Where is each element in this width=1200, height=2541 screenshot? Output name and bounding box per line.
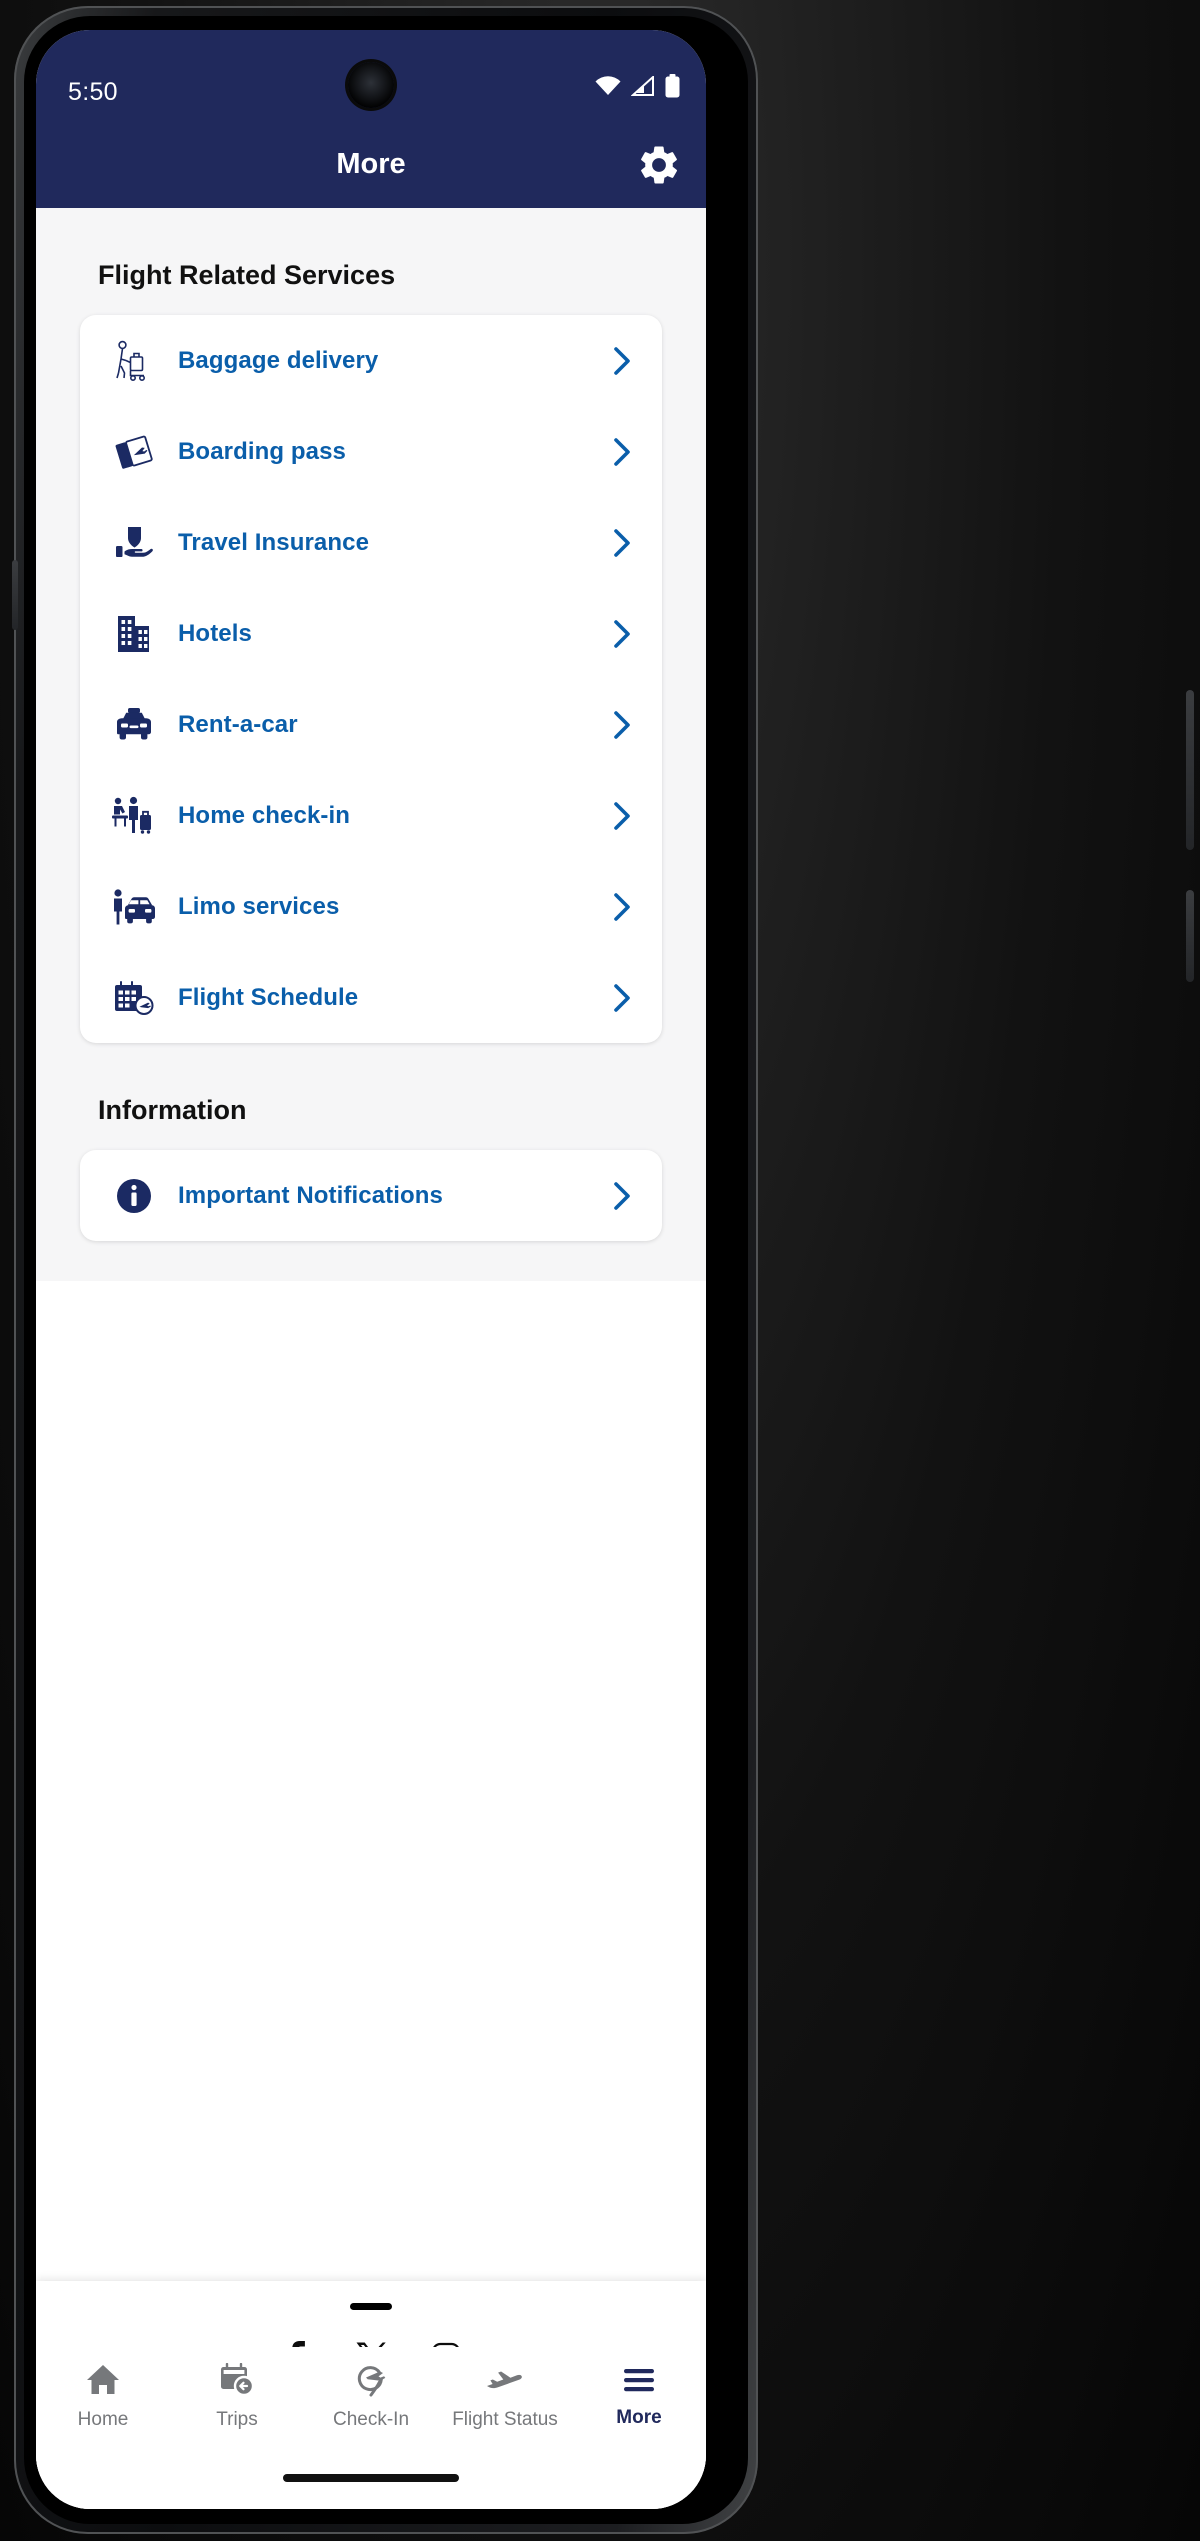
chevron-right-icon[interactable] — [610, 528, 636, 558]
nav-item-label: Home — [77, 2409, 129, 2430]
list-item-travel-insurance[interactable]: Travel Insurance — [80, 497, 662, 588]
chevron-right-icon[interactable] — [610, 892, 636, 922]
nav-item-label: More — [616, 2407, 662, 2428]
list-item-boarding-pass[interactable]: Boarding pass — [80, 406, 662, 497]
porter-trolley-icon — [108, 338, 160, 384]
list-item-label: Limo services — [178, 892, 340, 920]
drag-handle[interactable] — [350, 2303, 392, 2310]
list-item-label: Rent-a-car — [178, 710, 298, 738]
nav-item-label: Flight Status — [452, 2409, 558, 2430]
left-side-button[interactable] — [12, 560, 18, 630]
nav-item-home[interactable]: Home — [36, 2347, 170, 2447]
list-item-rent-a-car[interactable]: Rent-a-car — [80, 679, 662, 770]
section-title-information: Information — [98, 1095, 247, 1125]
flight-services-card: Baggage delivery Boarding pass Travel In… — [80, 315, 662, 1043]
list-item-important-notifications[interactable]: Important Notifications — [80, 1150, 662, 1241]
status-icons — [595, 74, 680, 103]
gear-icon[interactable] — [636, 142, 682, 188]
camera-punch-hole — [348, 62, 394, 108]
battery-icon — [665, 74, 680, 103]
list-item-limo-services[interactable]: Limo services — [80, 861, 662, 952]
checkin-pin-icon — [353, 2363, 389, 2402]
list-item-label: Home check-in — [178, 801, 351, 829]
home-checkin-icon — [108, 793, 160, 839]
page-title: More — [336, 148, 406, 180]
list-item-baggage-delivery[interactable]: Baggage delivery — [80, 315, 662, 406]
status-bar: 5:50 More — [36, 30, 706, 208]
wifi-icon — [595, 76, 621, 101]
nav-item-flight-status[interactable]: Flight Status — [438, 2347, 572, 2447]
info-circle-icon — [108, 1173, 160, 1219]
nav-item-trips[interactable]: Trips — [170, 2347, 304, 2447]
chevron-right-icon[interactable] — [610, 983, 636, 1013]
trips-calendar-icon — [219, 2362, 255, 2402]
phone-screen: 5:50 More Flight Related Services Baggag… — [36, 30, 706, 2509]
home-icon — [85, 2363, 121, 2402]
list-item-home-check-in[interactable]: Home check-in — [80, 770, 662, 861]
chevron-right-icon[interactable] — [610, 619, 636, 649]
volume-button[interactable] — [1186, 690, 1194, 850]
chevron-right-icon[interactable] — [610, 346, 636, 376]
airplane-icon — [485, 2363, 525, 2402]
chevron-right-icon[interactable] — [610, 710, 636, 740]
limo-person-car-icon — [108, 884, 160, 930]
section-title-flight-services: Flight Related Services — [98, 260, 396, 290]
list-item-label: Important Notifications — [178, 1181, 443, 1209]
chevron-right-icon[interactable] — [610, 1181, 636, 1211]
home-gesture-bar[interactable] — [283, 2474, 459, 2482]
gesture-bar-area — [36, 2447, 706, 2509]
calendar-plane-icon — [108, 975, 160, 1021]
information-card: Important Notifications — [80, 1150, 662, 1241]
bottom-navigation: Home Trips Check-In Flight Status More — [36, 2347, 706, 2447]
status-time: 5:50 — [68, 78, 118, 106]
nav-item-more[interactable]: More — [572, 2347, 706, 2447]
power-button[interactable] — [1186, 890, 1194, 982]
cellular-signal-icon — [630, 74, 655, 101]
nav-item-check-in[interactable]: Check-In — [304, 2347, 438, 2447]
list-item-label: Flight Schedule — [178, 983, 359, 1011]
boarding-pass-icon — [108, 429, 160, 475]
list-item-label: Boarding pass — [178, 437, 346, 465]
chevron-right-icon[interactable] — [610, 801, 636, 831]
buildings-icon — [108, 611, 160, 657]
shield-hand-icon — [108, 520, 160, 566]
list-item-label: Travel Insurance — [178, 528, 370, 556]
scroll-content[interactable]: Flight Related Services Baggage delivery… — [36, 208, 706, 1281]
nav-item-label: Trips — [216, 2409, 258, 2430]
taxi-car-icon — [108, 702, 160, 748]
nav-item-label: Check-In — [332, 2409, 410, 2430]
list-item-flight-schedule[interactable]: Flight Schedule — [80, 952, 662, 1043]
phone-frame: 5:50 More Flight Related Services Baggag… — [0, 0, 1200, 2541]
app-header: More — [36, 30, 706, 208]
hamburger-icon — [621, 2365, 657, 2400]
list-item-hotels[interactable]: Hotels — [80, 588, 662, 679]
list-item-label: Hotels — [178, 619, 252, 647]
chevron-right-icon[interactable] — [610, 437, 636, 467]
list-item-label: Baggage delivery — [178, 346, 379, 374]
